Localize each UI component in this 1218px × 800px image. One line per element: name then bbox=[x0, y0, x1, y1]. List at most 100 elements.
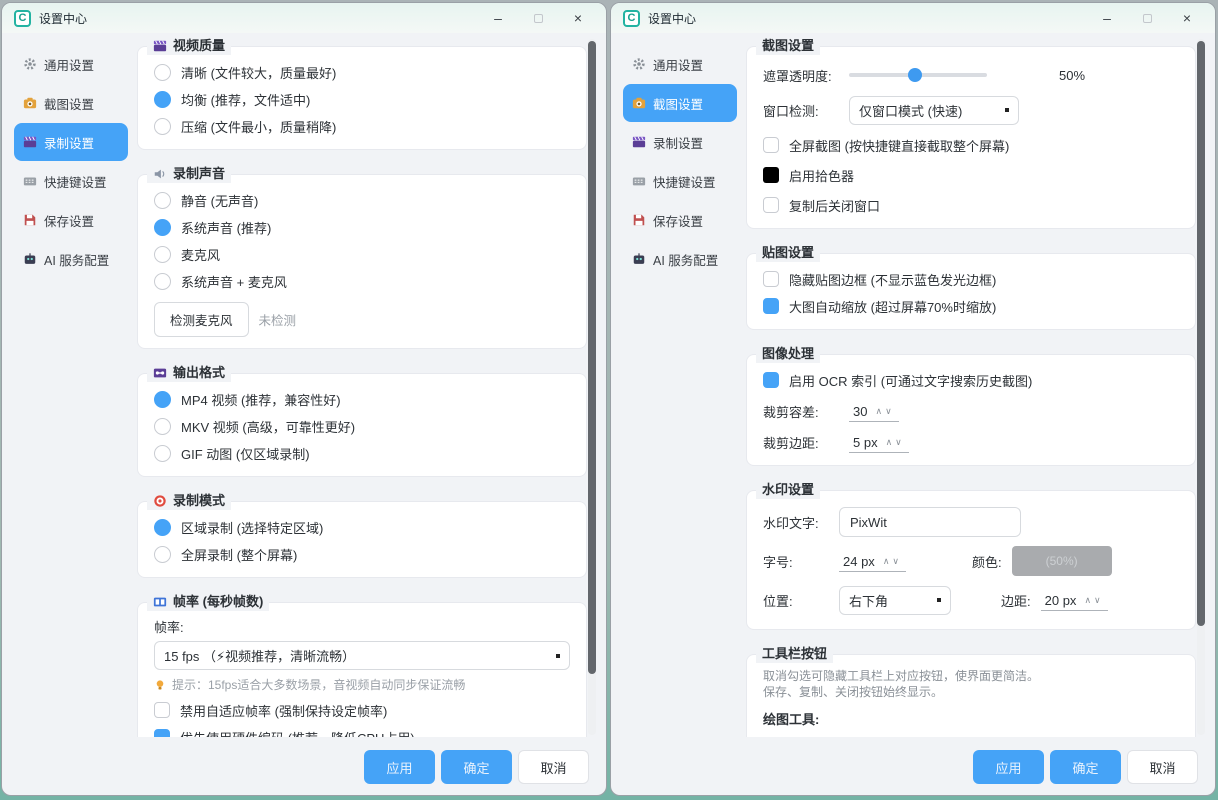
position-select[interactable]: 右下角 bbox=[839, 586, 951, 615]
radio-option[interactable]: 静音 (无声音) bbox=[154, 188, 570, 212]
sidebar-item-general[interactable]: 通用设置 bbox=[623, 45, 737, 83]
checkbox-option[interactable]: 启用 OCR 索引 (可通过文字搜索历史截图) bbox=[763, 368, 1179, 392]
radio-icon[interactable] bbox=[154, 246, 171, 263]
apply-button[interactable]: 应用 bbox=[364, 750, 435, 784]
radio-option[interactable]: 全屏录制 (整个屏幕) bbox=[154, 542, 570, 566]
sidebar-item-recording[interactable]: 录制设置 bbox=[623, 123, 737, 161]
checkbox-icon[interactable] bbox=[763, 197, 779, 213]
close-button[interactable]: × bbox=[558, 4, 598, 32]
radio-icon[interactable] bbox=[154, 418, 171, 435]
margin-stepper[interactable]: 20 px∧∨ bbox=[1041, 590, 1108, 611]
checkbox-icon-checked[interactable] bbox=[154, 729, 170, 737]
spin-up-icon[interactable]: ∧ bbox=[1084, 595, 1094, 605]
radio-option[interactable]: 清晰 (文件较大，质量最好) bbox=[154, 60, 570, 84]
maximize-button[interactable] bbox=[518, 4, 558, 32]
mask-opacity-slider[interactable] bbox=[849, 73, 987, 77]
crop-tolerance-stepper[interactable]: 30∧∨ bbox=[849, 401, 899, 422]
spin-up-icon[interactable]: ∧ bbox=[886, 437, 896, 447]
checkbox-option[interactable]: 复制后关闭窗口 bbox=[763, 193, 1179, 217]
sidebar-item-screenshot[interactable]: 截图设置 bbox=[623, 84, 737, 122]
spin-up-icon[interactable]: ∧ bbox=[883, 556, 893, 566]
radio-option[interactable]: 压缩 (文件最小，质量稍降) bbox=[154, 114, 570, 138]
radio-icon-selected[interactable] bbox=[154, 219, 171, 236]
app-logo-icon: C bbox=[14, 10, 31, 27]
radio-icon[interactable] bbox=[154, 546, 171, 563]
sidebar-item-screenshot[interactable]: 截图设置 bbox=[14, 84, 128, 122]
minimize-button[interactable]: – bbox=[478, 4, 518, 32]
vertical-scrollbar[interactable] bbox=[588, 39, 596, 735]
color-swatch[interactable] bbox=[763, 167, 779, 183]
spin-down-icon[interactable]: ∨ bbox=[885, 406, 895, 416]
radio-icon-selected[interactable] bbox=[154, 91, 171, 108]
tool-checkbox-pen[interactable]: 画笔 bbox=[867, 736, 971, 737]
titlebar[interactable]: C 设置中心 – × bbox=[611, 3, 1215, 33]
tool-checkbox-rectangle[interactable]: 矩形 bbox=[971, 736, 1075, 737]
checkbox-icon[interactable] bbox=[763, 137, 779, 153]
spin-down-icon[interactable]: ∨ bbox=[895, 437, 905, 447]
radio-option[interactable]: 系统声音 + 麦克风 bbox=[154, 269, 570, 293]
spin-up-icon[interactable]: ∧ bbox=[875, 406, 885, 416]
sidebar-item-save[interactable]: 保存设置 bbox=[14, 201, 128, 239]
radio-icon[interactable] bbox=[154, 192, 171, 209]
radio-icon[interactable] bbox=[154, 445, 171, 462]
spin-down-icon[interactable]: ∨ bbox=[892, 556, 902, 566]
ok-button[interactable]: 确定 bbox=[1050, 750, 1121, 784]
tool-checkbox-circle[interactable]: 圆形 bbox=[1075, 736, 1179, 737]
color-picker-option[interactable]: 启用拾色器 bbox=[763, 163, 1179, 187]
font-size-stepper[interactable]: 24 px∧∨ bbox=[839, 551, 906, 572]
footer: 应用 确定 取消 bbox=[611, 739, 1215, 795]
watermark-color-button[interactable]: (50%) bbox=[1012, 546, 1112, 576]
scrollbar-thumb[interactable] bbox=[588, 41, 596, 674]
mask-opacity-label: 遮罩透明度: bbox=[763, 66, 839, 85]
tool-checkbox-arrow[interactable]: 箭头 bbox=[763, 736, 867, 737]
radio-option[interactable]: 系统声音 (推荐) bbox=[154, 215, 570, 239]
window-detect-select[interactable]: 仅窗口模式 (快速) bbox=[849, 96, 1019, 125]
sidebar-item-ai-services[interactable]: AI 服务配置 bbox=[14, 240, 128, 278]
radio-option[interactable]: 均衡 (推荐，文件适中) bbox=[154, 87, 570, 111]
sidebar-item-save[interactable]: 保存设置 bbox=[623, 201, 737, 239]
radio-icon[interactable] bbox=[154, 118, 171, 135]
cancel-button[interactable]: 取消 bbox=[1127, 750, 1198, 784]
radio-icon-selected[interactable] bbox=[154, 391, 171, 408]
crop-margin-stepper[interactable]: 5 px∧∨ bbox=[849, 432, 909, 453]
vertical-scrollbar[interactable] bbox=[1197, 39, 1205, 735]
checkbox-option[interactable]: 全屏截图 (按快捷键直接截取整个屏幕) bbox=[763, 133, 1179, 157]
radio-option[interactable]: 麦克风 bbox=[154, 242, 570, 266]
checkbox-icon-checked[interactable] bbox=[763, 298, 779, 314]
close-button[interactable]: × bbox=[1167, 4, 1207, 32]
radio-icon[interactable] bbox=[154, 64, 171, 81]
sidebar-item-hotkeys[interactable]: 快捷键设置 bbox=[623, 162, 737, 200]
radio-icon[interactable] bbox=[154, 273, 171, 290]
sidebar-item-hotkeys[interactable]: 快捷键设置 bbox=[14, 162, 128, 200]
checkbox-option[interactable]: 禁用自适应帧率 (强制保持设定帧率) bbox=[154, 698, 570, 722]
ok-button[interactable]: 确定 bbox=[441, 750, 512, 784]
detect-microphone-button[interactable]: 检测麦克风 bbox=[154, 302, 249, 337]
framerate-select[interactable]: 15 fps （⚡视频推荐，清晰流畅） bbox=[154, 641, 570, 670]
minimize-button[interactable]: – bbox=[1087, 4, 1127, 32]
titlebar[interactable]: C 设置中心 – × bbox=[2, 3, 606, 33]
checkbox-icon[interactable] bbox=[763, 271, 779, 287]
apply-button[interactable]: 应用 bbox=[973, 750, 1044, 784]
checkbox-icon[interactable] bbox=[154, 702, 170, 718]
checkbox-option[interactable]: 大图自动缩放 (超过屏幕70%时缩放) bbox=[763, 294, 1179, 318]
radio-option[interactable]: GIF 动图 (仅区域录制) bbox=[154, 441, 570, 465]
checkbox-icon-checked[interactable] bbox=[763, 372, 779, 388]
maximize-button[interactable] bbox=[1127, 4, 1167, 32]
checkbox-option[interactable]: 优先使用硬件编码 (推荐，降低CPU占用) bbox=[154, 725, 570, 737]
sidebar-item-recording[interactable]: 录制设置 bbox=[14, 123, 128, 161]
radio-option[interactable]: 区域录制 (选择特定区域) bbox=[154, 515, 570, 539]
slider-thumb[interactable] bbox=[908, 68, 922, 82]
keyboard-icon bbox=[23, 174, 37, 188]
checkbox-option[interactable]: 隐藏贴图边框 (不显示蓝色发光边框) bbox=[763, 267, 1179, 291]
sidebar-item-ai-services[interactable]: AI 服务配置 bbox=[623, 240, 737, 278]
section-title: 输出格式 bbox=[147, 364, 231, 382]
cancel-button[interactable]: 取消 bbox=[518, 750, 589, 784]
spin-down-icon[interactable]: ∨ bbox=[1094, 595, 1104, 605]
scrollbar-thumb[interactable] bbox=[1197, 41, 1205, 626]
clapperboard-icon bbox=[632, 135, 646, 149]
radio-option[interactable]: MKV 视频 (高级，可靠性更好) bbox=[154, 414, 570, 438]
watermark-text-input[interactable] bbox=[839, 507, 1021, 537]
radio-option[interactable]: MP4 视频 (推荐，兼容性好) bbox=[154, 387, 570, 411]
sidebar-item-general[interactable]: 通用设置 bbox=[14, 45, 128, 83]
radio-icon-selected[interactable] bbox=[154, 519, 171, 536]
